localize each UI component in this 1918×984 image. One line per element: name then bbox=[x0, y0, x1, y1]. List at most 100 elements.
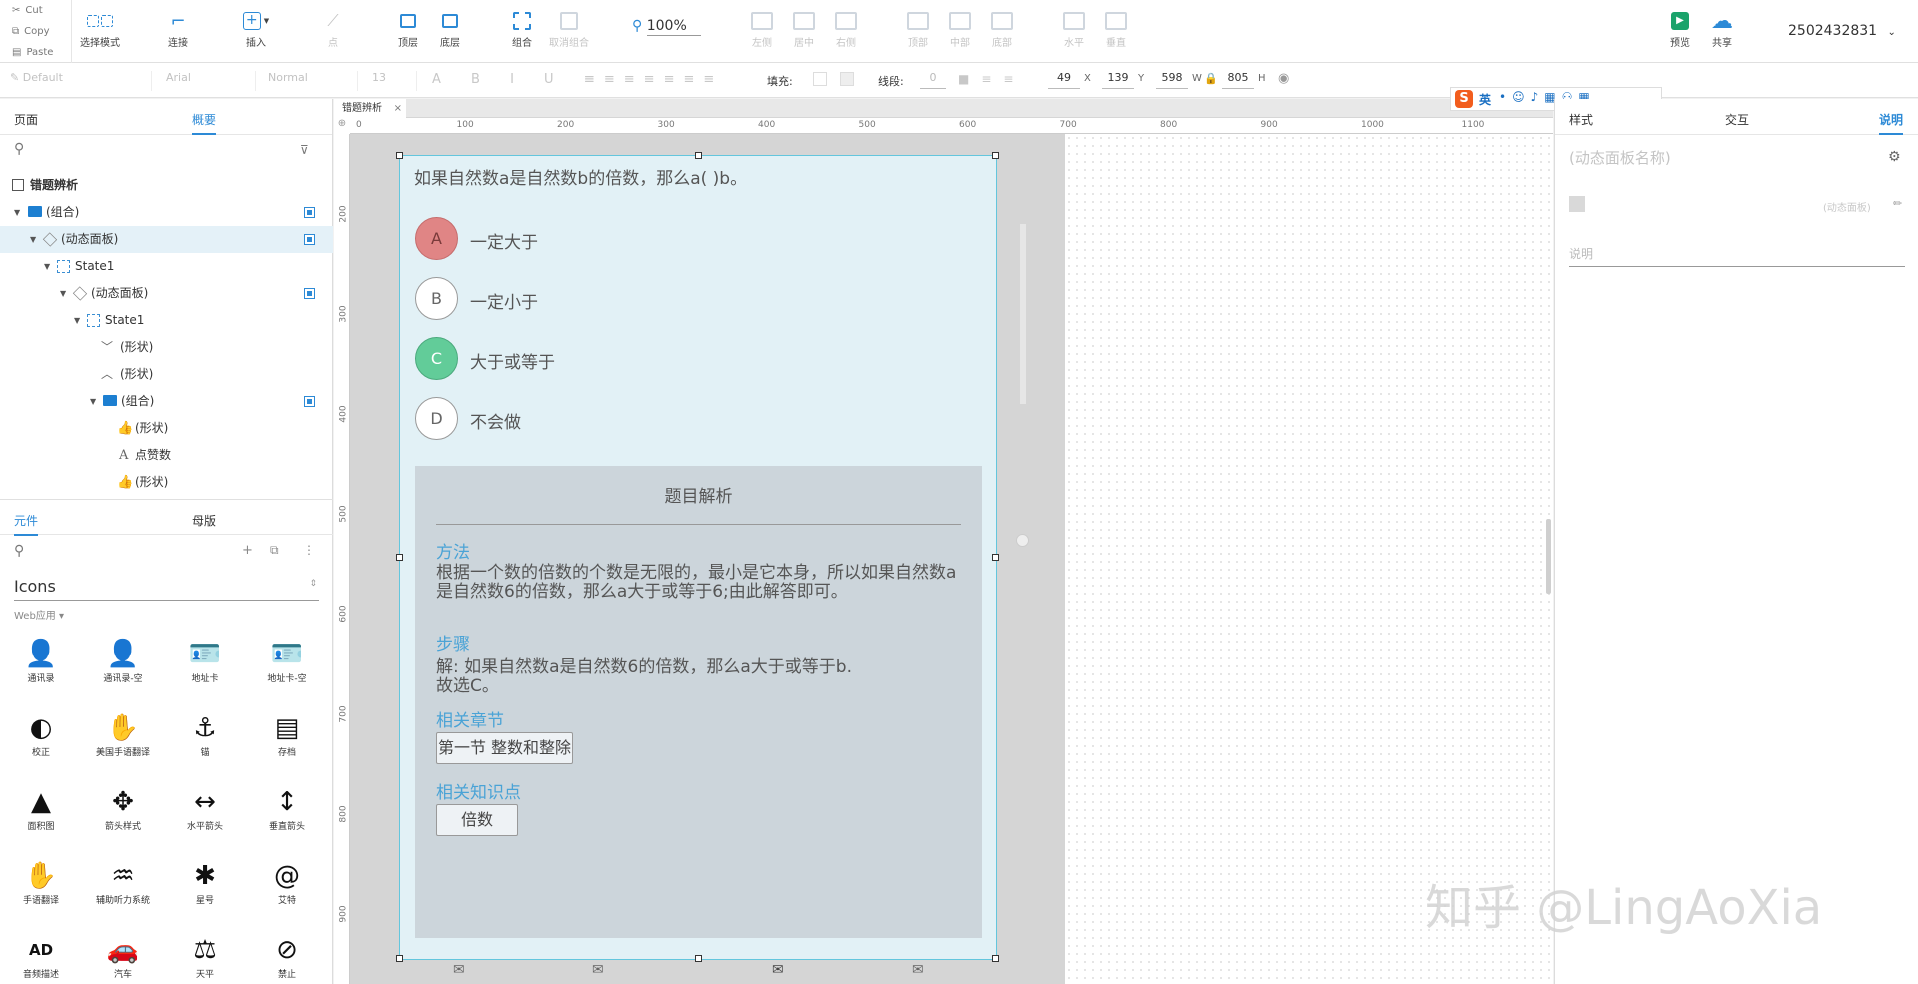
document-tab[interactable]: 错题辨析 × bbox=[334, 99, 406, 118]
close-icon[interactable]: × bbox=[394, 99, 402, 118]
search-icon[interactable]: ⚲ bbox=[14, 141, 24, 157]
widget-icon-item[interactable]: ✋ 美国手语翻译 bbox=[82, 711, 164, 758]
widget-icon-item[interactable]: 🪪 地址卡 bbox=[164, 637, 246, 684]
resize-handle[interactable] bbox=[695, 955, 702, 962]
widget-icon-item[interactable]: AD 音频描述 bbox=[0, 933, 82, 980]
widget-icon-item[interactable]: ⊘ 禁止 bbox=[246, 933, 328, 980]
tree-item-state[interactable]: ▼ State1 bbox=[0, 253, 333, 280]
mail-icon[interactable]: ✉ bbox=[912, 962, 924, 978]
resize-handle[interactable] bbox=[695, 152, 702, 159]
tab-style[interactable]: 样式 bbox=[1569, 111, 1593, 128]
ungroup-button[interactable]: 取消组合 bbox=[541, 8, 597, 49]
resize-handle[interactable] bbox=[396, 554, 403, 561]
knowledge-chip[interactable]: 倍数 bbox=[436, 804, 518, 836]
tab-pages[interactable]: 页面 bbox=[14, 111, 38, 128]
gear-icon[interactable]: ⚙ bbox=[1888, 149, 1901, 165]
fill-image-button[interactable] bbox=[840, 72, 854, 86]
text-align-buttons[interactable]: ≡≡≡≡≡≡≡ bbox=[584, 72, 723, 87]
tree-item-group[interactable]: ▼ (组合) bbox=[0, 388, 333, 415]
filter-icon[interactable]: ⊽ bbox=[300, 143, 309, 157]
tab-interactions[interactable]: 交互 bbox=[1725, 111, 1749, 128]
font-size-select[interactable]: 13 bbox=[362, 71, 417, 91]
y-input[interactable]: 139 bbox=[1102, 71, 1134, 89]
tree-item-state[interactable]: ▼ State1 bbox=[0, 307, 333, 334]
library-group-label[interactable]: Web应用 ▾ bbox=[14, 607, 64, 622]
edit-icon[interactable]: ✏ bbox=[1893, 197, 1902, 210]
style-select[interactable]: ✎ Default bbox=[0, 71, 152, 91]
sogou-logo-icon[interactable]: S bbox=[1455, 90, 1473, 108]
paste-button[interactable]: ▤ Paste bbox=[0, 42, 71, 63]
lock-icon[interactable]: 🔒 bbox=[1204, 72, 1218, 85]
visibility-marker[interactable] bbox=[304, 234, 315, 245]
eye-icon[interactable]: ◉ bbox=[1278, 71, 1289, 86]
account-menu[interactable]: 2502432831 ⌄ bbox=[1788, 23, 1896, 39]
tree-page-item[interactable]: 错题辨析 bbox=[0, 172, 333, 199]
resize-handle[interactable] bbox=[992, 955, 999, 962]
resize-handle[interactable] bbox=[396, 152, 403, 159]
copy-button[interactable]: ⧉ Copy bbox=[0, 21, 71, 42]
resize-handle[interactable] bbox=[992, 554, 999, 561]
align-right-button[interactable]: 右侧 bbox=[818, 8, 874, 49]
widget-icon-item[interactable]: ♒ 辅助听力系统 bbox=[82, 859, 164, 906]
tree-item-group[interactable]: ▼ (组合) bbox=[0, 199, 333, 226]
canvas-scrollbar[interactable] bbox=[1546, 519, 1551, 594]
tree-item-shape[interactable]: ︿ (形状) bbox=[0, 361, 333, 388]
connect-button[interactable]: ⌐ 连接 bbox=[150, 8, 206, 50]
cut-button[interactable]: ✂ Cut bbox=[0, 0, 71, 21]
widget-icon-item[interactable]: ✱ 星号 bbox=[164, 859, 246, 906]
tree-item-shape[interactable]: ﹀ (形状) bbox=[0, 334, 333, 361]
widget-icon-item[interactable]: ▲ 面积图 bbox=[0, 785, 82, 832]
tree-item-dynamic-panel[interactable]: ▼ (动态面板) bbox=[0, 280, 333, 307]
widget-icon-item[interactable]: 👤 通讯录 bbox=[0, 637, 82, 684]
select-mode-button[interactable]: 选择模式 bbox=[70, 8, 130, 49]
widget-icon-item[interactable]: ↕ 垂直箭头 bbox=[246, 785, 328, 832]
panel-handle-icon[interactable] bbox=[1016, 534, 1029, 547]
tree-item-dynamic-panel[interactable]: ▼ (动态面板) bbox=[0, 226, 333, 253]
widget-icon-item[interactable]: 🚗 汽车 bbox=[82, 933, 164, 980]
width-input[interactable]: 598 bbox=[1156, 71, 1188, 89]
visibility-marker[interactable] bbox=[304, 396, 315, 407]
line-width-input[interactable]: 0 bbox=[920, 71, 946, 89]
library-select[interactable]: Icons ⇕ bbox=[14, 577, 319, 601]
widget-icon-item[interactable]: @ 艾特 bbox=[246, 859, 328, 906]
more-icon[interactable]: ⋮ bbox=[303, 543, 315, 557]
visibility-marker[interactable] bbox=[304, 288, 315, 299]
align-bottom-button[interactable]: 底部 bbox=[974, 8, 1030, 49]
text-style-buttons[interactable]: A B I U ≡ bbox=[432, 72, 608, 87]
tree-item-shape[interactable]: 👍 (形状) bbox=[0, 469, 333, 496]
mail-icon[interactable]: ✉ bbox=[592, 962, 604, 978]
widget-icon-item[interactable]: 🪪 地址卡-空 bbox=[246, 637, 328, 684]
widget-icon-item[interactable]: ⚖ 天平 bbox=[164, 933, 246, 980]
library-icon[interactable]: ⧉ bbox=[270, 543, 279, 558]
resize-handle[interactable] bbox=[992, 152, 999, 159]
share-button[interactable]: ☁ 共享 bbox=[1694, 8, 1750, 50]
dynamic-panel[interactable]: 如果自然数a是自然数b的倍数，那么a( )b。 A 一定大于 B 一定小于 C 大于或等于… bbox=[396, 152, 999, 978]
line-style-buttons[interactable]: ■≡≡ bbox=[958, 72, 1025, 86]
weight-select[interactable]: Normal bbox=[258, 71, 358, 91]
widget-icon-item[interactable]: ↔ 水平箭头 bbox=[164, 785, 246, 832]
chapter-chip[interactable]: 第一节 整数和整除 bbox=[436, 732, 573, 764]
add-icon[interactable]: + bbox=[242, 543, 253, 558]
widget-icon-item[interactable]: ✥ 箭头样式 bbox=[82, 785, 164, 832]
font-select[interactable]: Arial bbox=[156, 71, 256, 91]
notes-field[interactable]: 说明 bbox=[1569, 245, 1905, 267]
tab-notes[interactable]: 说明 bbox=[1879, 111, 1904, 135]
mail-icon[interactable]: ✉ bbox=[772, 962, 784, 978]
widget-icon-item[interactable]: ⚓ 锚 bbox=[164, 711, 246, 758]
visibility-marker[interactable] bbox=[304, 207, 315, 218]
tree-item-text[interactable]: A 点赞数 bbox=[0, 442, 333, 469]
ime-language[interactable]: 英 bbox=[1479, 91, 1491, 108]
tab-outline[interactable]: 概要 bbox=[192, 111, 217, 135]
distribute-vertical-button[interactable]: 垂直 bbox=[1088, 8, 1144, 49]
fill-color-button[interactable] bbox=[813, 72, 827, 86]
insert-button[interactable]: + ▼ 插入 bbox=[228, 8, 284, 49]
height-input[interactable]: 805 bbox=[1222, 71, 1254, 89]
point-button[interactable]: ⟋ 点 bbox=[305, 8, 361, 49]
widget-icon-item[interactable]: 👤 通讯录-空 bbox=[82, 637, 164, 684]
zoom-control[interactable]: ⚲ 100% bbox=[632, 18, 701, 36]
widget-icon-item[interactable]: ◐ 校正 bbox=[0, 711, 82, 758]
search-icon[interactable]: ⚲ bbox=[14, 543, 24, 559]
tab-masters[interactable]: 母版 bbox=[192, 512, 216, 529]
widget-icon-item[interactable]: ✋ 手语翻译 bbox=[0, 859, 82, 906]
widget-icon-item[interactable]: ▤ 存档 bbox=[246, 711, 328, 758]
